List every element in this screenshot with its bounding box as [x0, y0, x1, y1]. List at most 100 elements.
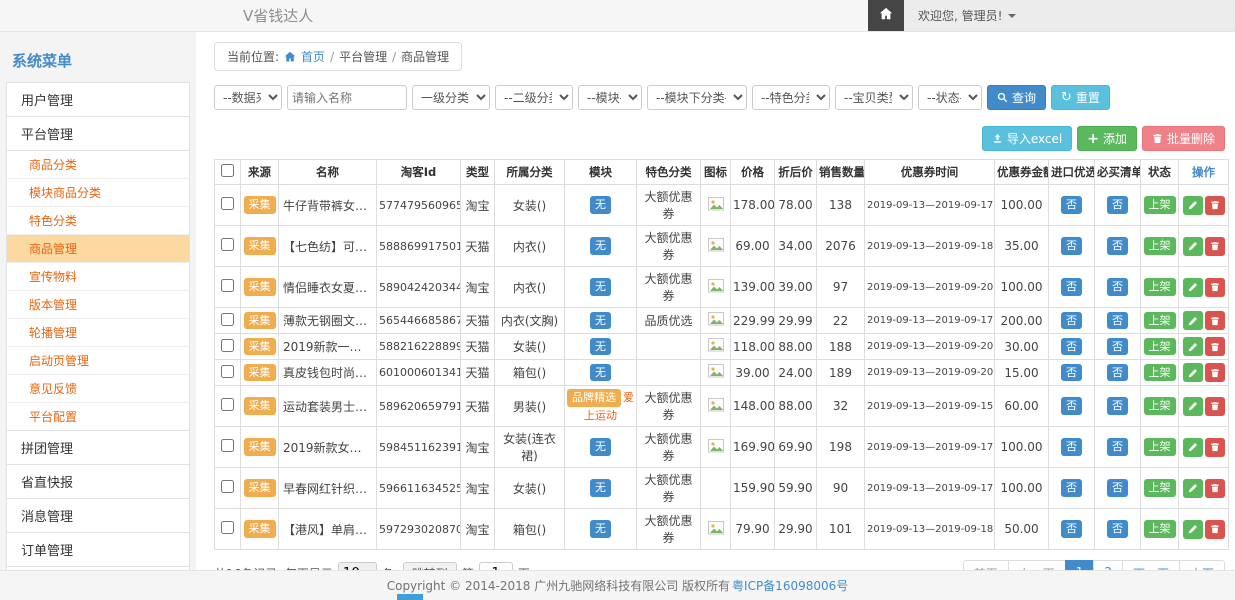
badge-无: 无 [590, 338, 611, 356]
filter-select-3[interactable]: --模块下分类-- [647, 85, 747, 110]
row-checkbox[interactable] [221, 521, 234, 534]
page-number-input[interactable] [479, 562, 513, 570]
cell-must-buy: 否 [1095, 509, 1141, 550]
cell-import-select: 否 [1049, 360, 1095, 386]
sidebar-subitem-平台配置[interactable]: 平台配置 [7, 403, 189, 430]
page-btn-首页[interactable]: 首页 [963, 560, 1009, 570]
home-button[interactable] [868, 0, 904, 31]
sidebar-item-平台管理[interactable]: 平台管理 [6, 116, 190, 151]
edit-button[interactable] [1183, 237, 1203, 256]
jump-button[interactable]: 跳转到 [403, 562, 457, 570]
copyright-text: Copyright © 2014-2018 广州九驰网络科技有限公司 版权所有 [387, 577, 730, 594]
product-image-icon [708, 237, 724, 253]
filter-select-data-source[interactable]: --数据来源-- [214, 85, 282, 110]
filter-select-5[interactable]: --宝贝类型-- [835, 85, 913, 110]
sidebar-item-省直快报[interactable]: 省直快报 [6, 464, 190, 499]
filter-select-6[interactable]: --状态-- [918, 85, 982, 110]
row-checkbox[interactable] [221, 398, 234, 411]
batch-delete-button[interactable]: 批量删除 [1142, 126, 1225, 151]
delete-button[interactable] [1205, 479, 1225, 498]
sidebar-subitem-特色分类[interactable]: 特色分类 [7, 207, 189, 235]
edit-button[interactable] [1183, 196, 1203, 215]
row-checkbox[interactable] [221, 313, 234, 326]
row-checkbox[interactable] [221, 365, 234, 378]
cell-operations [1179, 334, 1229, 360]
user-menu[interactable]: 欢迎您, 管理员! [904, 7, 1030, 24]
cell-source: 采集 [241, 509, 279, 550]
sidebar-item-拼团管理[interactable]: 拼团管理 [6, 430, 190, 465]
edit-button[interactable] [1183, 337, 1203, 356]
product-image-icon [708, 278, 724, 294]
cell-sales: 22 [817, 308, 865, 334]
edit-button[interactable] [1183, 520, 1203, 539]
cell-taoke-id: 596611634525 [377, 468, 461, 509]
delete-button[interactable] [1205, 520, 1225, 539]
icp-link[interactable]: 粤ICP备16098006号 [732, 577, 848, 594]
add-button[interactable]: + 添加 [1077, 126, 1137, 151]
row-checkbox[interactable] [221, 480, 234, 493]
page-btn-2[interactable]: 2 [1093, 560, 1123, 570]
delete-button[interactable] [1205, 278, 1225, 297]
edit-button[interactable] [1183, 438, 1203, 457]
cell-category: 内衣() [495, 226, 565, 267]
sidebar-subitem-轮播管理[interactable]: 轮播管理 [7, 319, 189, 347]
delete-button[interactable] [1205, 363, 1225, 382]
sidebar-subitem-商品管理[interactable]: 商品管理 [7, 235, 189, 263]
cell-name: 2019新款女秋薄款... [279, 427, 377, 468]
search-button[interactable]: 查询 [987, 85, 1046, 110]
sidebar-item-用户管理[interactable]: 用户管理 [6, 82, 190, 117]
row-checkbox[interactable] [221, 339, 234, 352]
filter-select-2[interactable]: --模块-- [578, 85, 642, 110]
filter-select-4[interactable]: --特色分类-- [752, 85, 830, 110]
delete-button[interactable] [1205, 337, 1225, 356]
edit-button[interactable] [1183, 479, 1203, 498]
cell-name: 2019新款一片式系... [279, 334, 377, 360]
cell-operations [1179, 185, 1229, 226]
edit-button[interactable] [1183, 363, 1203, 382]
row-checkbox[interactable] [221, 439, 234, 452]
breadcrumb-home-link[interactable]: 首页 [301, 48, 325, 65]
page-btn-末页[interactable]: 末页 [1179, 560, 1225, 570]
delete-button[interactable] [1205, 237, 1225, 256]
cell-feature: 大额优惠券 [637, 226, 701, 267]
filter-select-1[interactable]: --二级分类-- [495, 85, 573, 110]
sidebar-subitem-商品分类[interactable]: 商品分类 [7, 151, 189, 179]
sidebar-heading: 系统菜单 [6, 46, 190, 83]
table-row: 采集运动套装男士卫衣初秋...589620659791天猫男装()品牌精选爱上运… [215, 386, 1229, 427]
sidebar-subitem-模块商品分类[interactable]: 模块商品分类 [7, 179, 189, 207]
row-checkbox-cell [215, 509, 241, 550]
cell-must-buy: 否 [1095, 267, 1141, 308]
select-all-checkbox[interactable] [221, 164, 234, 177]
column-header-所属分类: 所属分类 [495, 160, 565, 185]
cell-taoke-id: 601000601341 [377, 360, 461, 386]
sidebar-subitem-版本管理[interactable]: 版本管理 [7, 291, 189, 319]
import-excel-button[interactable]: 导入excel [982, 126, 1072, 151]
sidebar-subitem-意见反馈[interactable]: 意见反馈 [7, 375, 189, 403]
delete-button[interactable] [1205, 438, 1225, 457]
row-checkbox-cell [215, 360, 241, 386]
product-name-input[interactable] [287, 85, 407, 110]
cell-import-select: 否 [1049, 185, 1095, 226]
page-btn-1[interactable]: 1 [1065, 560, 1095, 570]
sidebar-subitem-启动页管理[interactable]: 启动页管理 [7, 347, 189, 375]
delete-button[interactable] [1205, 397, 1225, 416]
sidebar-subitem-宣传物料[interactable]: 宣传物料 [7, 263, 189, 291]
page-btn-上一页[interactable]: 上一页 [1008, 560, 1066, 570]
edit-button[interactable] [1183, 278, 1203, 297]
row-checkbox[interactable] [221, 279, 234, 292]
delete-button[interactable] [1205, 196, 1225, 215]
filter-select-0[interactable]: 一级分类 [412, 85, 490, 110]
edit-button[interactable] [1183, 311, 1203, 330]
page-btn-下一页[interactable]: 下一页 [1122, 560, 1180, 570]
sidebar-item-消息管理[interactable]: 消息管理 [6, 498, 190, 533]
sidebar-item-订单管理[interactable]: 订单管理 [6, 532, 190, 567]
edit-button[interactable] [1183, 397, 1203, 416]
table-row: 采集早春网红针织外套女春...596611634525淘宝女装()无大额优惠券1… [215, 468, 1229, 509]
row-checkbox[interactable] [221, 197, 234, 210]
cell-operations [1179, 468, 1229, 509]
page-size-select[interactable]: 10 [338, 562, 377, 570]
reset-button[interactable]: ↻ 重置 [1051, 85, 1110, 110]
cell-status: 上架 [1141, 386, 1179, 427]
delete-button[interactable] [1205, 311, 1225, 330]
row-checkbox[interactable] [221, 238, 234, 251]
